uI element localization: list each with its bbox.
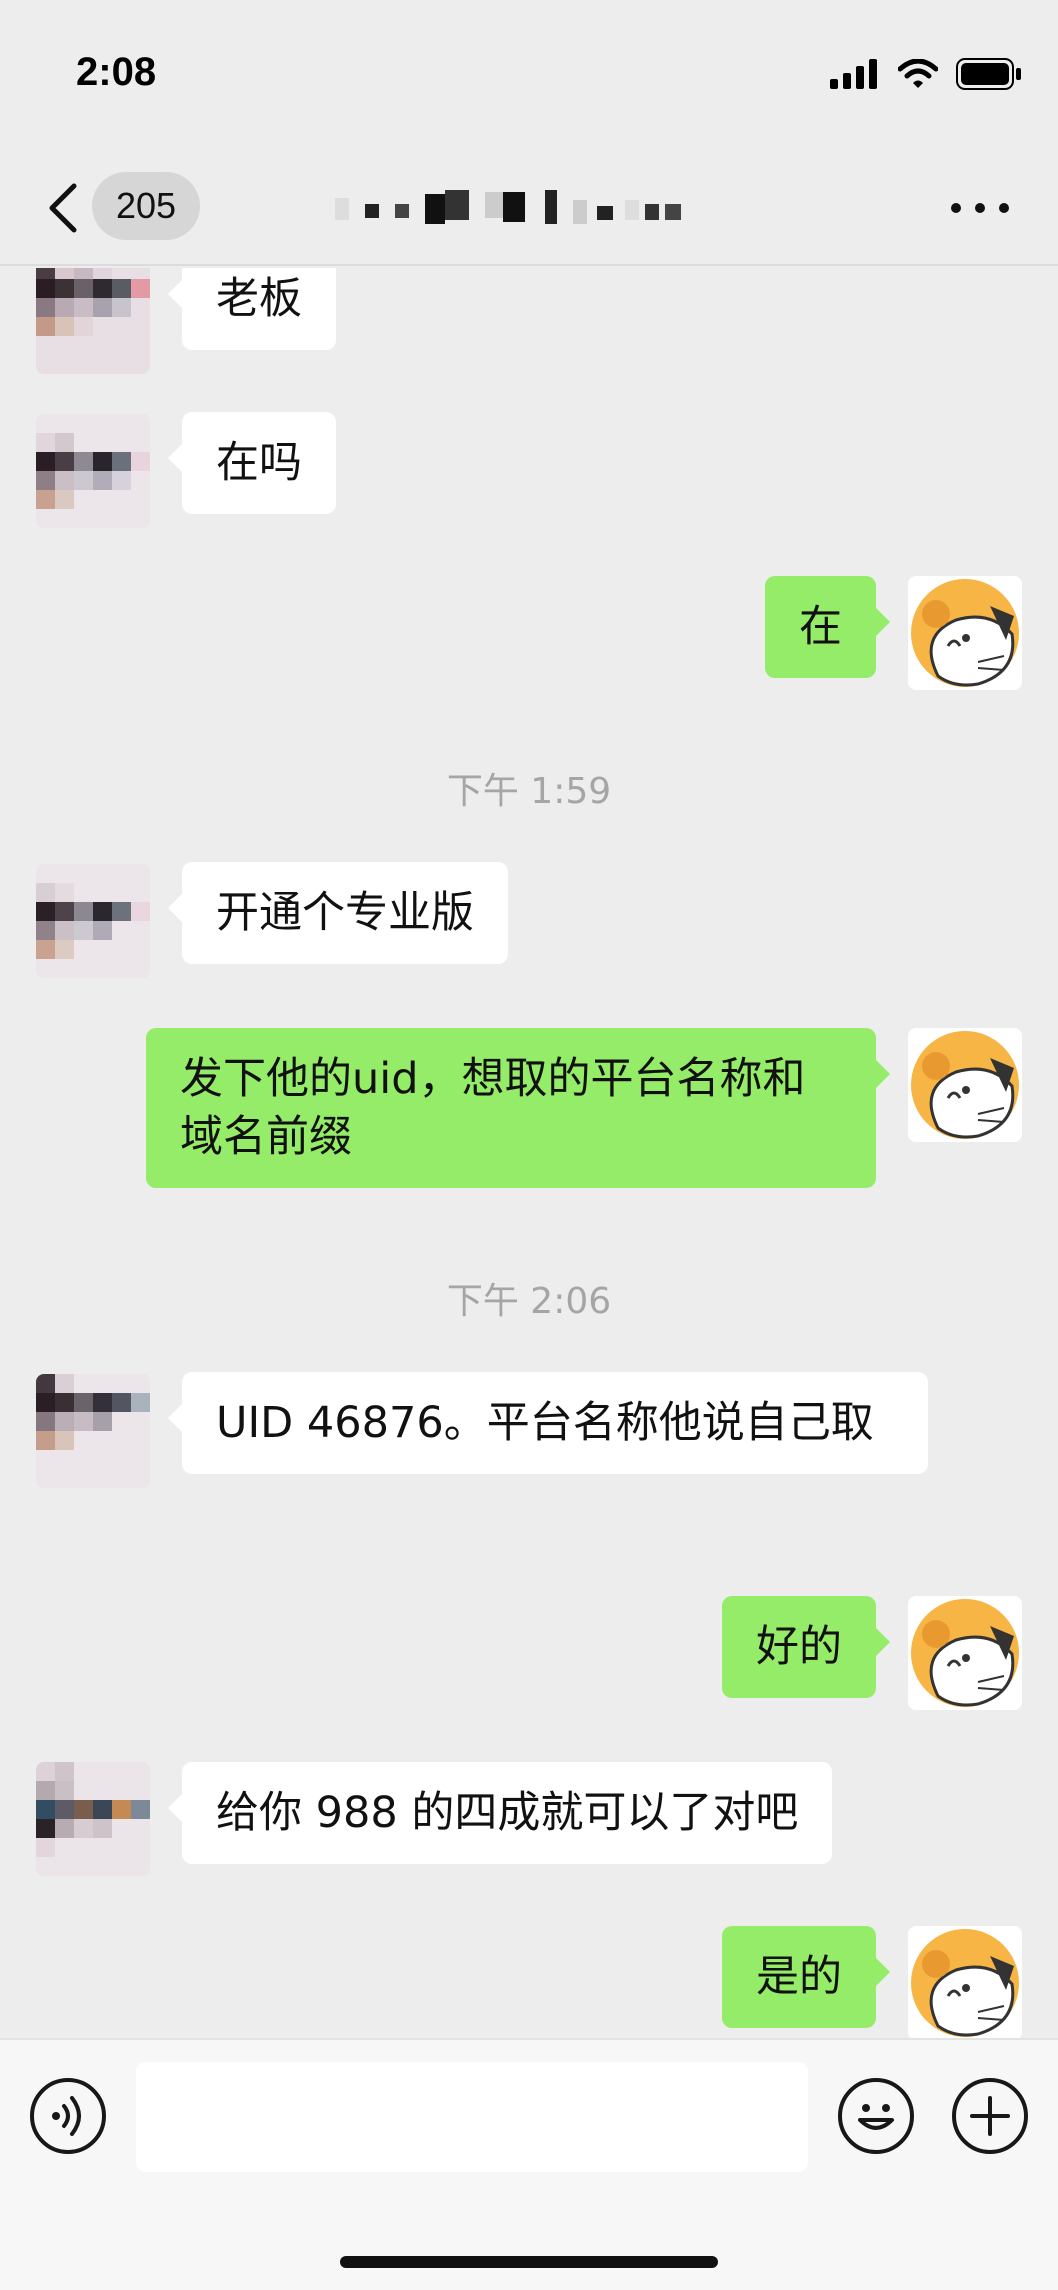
home-indicator[interactable]	[340, 2256, 718, 2268]
message-list[interactable]: 老板 在吗 在 下午 1:59 开通个专业版 发下他的uid，想取的平台名称和域…	[0, 268, 1058, 2038]
battery-icon	[956, 58, 1021, 90]
emoji-icon[interactable]	[838, 2078, 914, 2154]
contact-avatar[interactable]	[36, 864, 150, 978]
cat-dog-avatar-image	[908, 1596, 1022, 1710]
cat-dog-avatar-image	[908, 576, 1022, 690]
message-bubble-in[interactable]: 老板	[168, 268, 336, 350]
chat-input-bar	[0, 2038, 1058, 2290]
pixelated-avatar-image	[36, 268, 150, 374]
unread-count-badge[interactable]: 205	[92, 172, 201, 240]
message-timestamp: 下午 2:06	[446, 1281, 612, 1322]
message-bubble-out[interactable]: 发下他的uid，想取的平台名称和域名前缀	[146, 1028, 890, 1188]
pixelated-avatar-image	[36, 864, 150, 978]
message-bubble-out[interactable]: 是的	[722, 1926, 890, 2028]
message-timestamp: 下午 1:59	[446, 771, 612, 812]
redacted-contact-name	[335, 190, 681, 224]
chat-screen: 2:08 205 老板 在吗 在 下午 1:59 开通个专业版 发下他的uid，…	[0, 0, 1058, 2290]
contact-avatar[interactable]	[36, 1762, 150, 1876]
my-avatar[interactable]	[908, 1596, 1022, 1710]
more-dots-icon[interactable]	[948, 198, 1012, 218]
status-time: 2:08	[76, 50, 157, 94]
pixelated-avatar-image	[36, 1762, 150, 1876]
cat-dog-avatar-image	[908, 1028, 1022, 1142]
my-avatar[interactable]	[908, 576, 1022, 690]
contact-avatar[interactable]	[36, 268, 150, 374]
contact-avatar[interactable]	[36, 414, 150, 528]
message-bubble-out[interactable]: 好的	[722, 1596, 890, 1698]
cat-dog-avatar-image	[908, 1926, 1022, 2038]
chat-header: 205	[0, 150, 1058, 266]
cellular-signal-icon	[830, 59, 877, 89]
voice-wave-icon	[52, 2096, 81, 2136]
pixelated-avatar-image	[36, 414, 150, 528]
message-input[interactable]	[136, 2062, 808, 2172]
message-bubble-in[interactable]: 给你 988 的四成就可以了对吧	[167, 1762, 833, 1864]
message-bubble-in[interactable]: UID 46876。平台名称他说自己取	[168, 1372, 928, 1474]
message-bubble-in[interactable]: 开通个专业版	[168, 862, 508, 964]
smiley-face-icon	[858, 2104, 894, 2130]
message-bubble-in[interactable]: 在吗	[168, 412, 336, 514]
my-avatar[interactable]	[908, 1028, 1022, 1142]
my-avatar[interactable]	[908, 1926, 1022, 2038]
pixelated-avatar-image	[36, 1374, 150, 1488]
plus-icon[interactable]	[952, 2078, 1028, 2154]
voice-icon[interactable]	[30, 2078, 106, 2154]
status-bar: 2:08	[0, 0, 1058, 150]
plus-sign-icon	[970, 2096, 1010, 2136]
wifi-icon	[898, 59, 938, 88]
message-bubble-out[interactable]: 在	[765, 576, 890, 678]
chevron-left-icon[interactable]	[40, 180, 90, 236]
status-icons	[830, 58, 1022, 90]
contact-avatar[interactable]	[36, 1374, 150, 1488]
